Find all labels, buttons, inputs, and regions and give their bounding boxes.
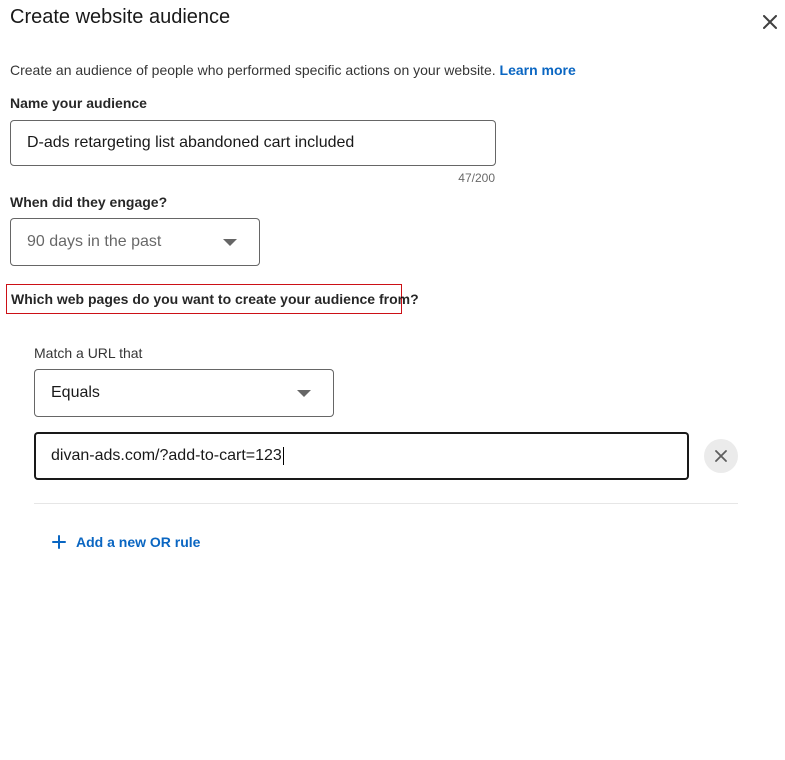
url-input-value: divan-ads.com/?add-to-cart=123 bbox=[51, 447, 282, 464]
remove-icon bbox=[715, 450, 727, 462]
engagement-period-value: 90 days in the past bbox=[27, 233, 162, 250]
engage-label: When did they engage? bbox=[10, 194, 168, 210]
text-cursor bbox=[282, 447, 284, 465]
caret-down-icon bbox=[297, 389, 311, 397]
plus-icon bbox=[52, 535, 66, 549]
name-audience-label: Name your audience bbox=[10, 95, 147, 111]
remove-rule-button[interactable] bbox=[704, 439, 738, 473]
description-text: Create an audience of people who perform… bbox=[10, 62, 496, 78]
match-type-value: Equals bbox=[51, 384, 100, 401]
character-counter: 47/200 bbox=[458, 171, 495, 185]
close-button[interactable] bbox=[756, 8, 784, 36]
learn-more-link[interactable]: Learn more bbox=[500, 62, 576, 78]
engagement-period-select[interactable]: 90 days in the past bbox=[10, 218, 260, 266]
add-or-rule-label: Add a new OR rule bbox=[76, 534, 201, 550]
add-or-rule-button[interactable]: Add a new OR rule bbox=[52, 534, 200, 550]
url-input[interactable]: divan-ads.com/?add-to-cart=123 bbox=[34, 432, 689, 480]
match-url-label: Match a URL that bbox=[34, 345, 143, 361]
modal-title: Create website audience bbox=[10, 6, 231, 28]
web-pages-question-highlight: Which web pages do you want to create yo… bbox=[6, 284, 419, 314]
audience-name-input[interactable] bbox=[10, 120, 496, 166]
web-pages-question: Which web pages do you want to create yo… bbox=[11, 291, 419, 307]
modal-description: Create an audience of people who perform… bbox=[10, 62, 576, 78]
rule-divider bbox=[34, 503, 738, 504]
caret-down-icon bbox=[223, 238, 237, 246]
close-icon bbox=[763, 15, 777, 29]
match-type-select[interactable]: Equals bbox=[34, 369, 334, 417]
